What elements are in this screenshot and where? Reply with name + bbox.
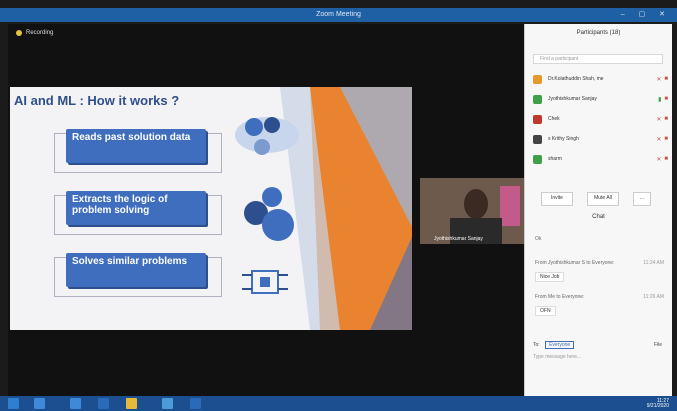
video-off-icon[interactable]: ■ — [664, 156, 668, 162]
participant-row[interactable]: s Krithy Singh ✕ ■ — [533, 132, 668, 146]
browser-icon[interactable] — [34, 398, 45, 409]
chat-sender: From Jyothishkumar S to Everyone: — [535, 260, 615, 266]
slide-box: Reads past solution data — [66, 129, 206, 163]
avatar — [533, 94, 542, 104]
participants-panel: Participants (18) Find a participant Dr.… — [524, 24, 672, 396]
avatar — [533, 74, 542, 84]
person-silhouette — [420, 178, 528, 244]
shared-slide: AI and ML : How it works ? Reads past so… — [10, 87, 412, 330]
video-off-icon[interactable]: ■ — [664, 136, 668, 142]
participants-title: Participants (18) — [576, 30, 621, 36]
chat-message-input[interactable]: Type message here... — [533, 354, 668, 366]
slide-box: Solves similar problems — [66, 253, 206, 287]
mic-muted-icon[interactable]: ✕ — [656, 116, 661, 123]
start-icon[interactable] — [8, 398, 19, 409]
window-titlebar: Zoom Meeting – ▢ ✕ — [0, 8, 677, 22]
chat-time: 11:26 AM — [643, 294, 664, 300]
avatar — [533, 154, 542, 164]
window-title: Zoom Meeting — [316, 11, 361, 18]
to-label: To: — [533, 342, 540, 348]
avatar — [533, 114, 542, 124]
chat-message: OFN — [535, 306, 556, 316]
gears-icon — [244, 187, 294, 241]
data-cloud-icon — [235, 117, 299, 155]
participant-row[interactable]: Dr.Kolathuddin Shah, me ✕ ■ — [533, 72, 668, 86]
taskbar: 11:27 9/21/2020 — [0, 396, 677, 411]
recording-indicator: Recording — [16, 30, 53, 36]
file-button[interactable]: File — [654, 342, 662, 348]
recording-label: Recording — [26, 30, 54, 36]
participant-name: sharm — [548, 156, 562, 162]
invite-button[interactable]: Invite — [541, 192, 573, 206]
chat-time: 11:24 AM — [643, 260, 664, 266]
brain-circuit-icon — [242, 270, 288, 294]
mic-muted-icon[interactable]: ✕ — [656, 76, 661, 83]
zoom-icon[interactable] — [190, 398, 201, 409]
video-off-icon[interactable]: ■ — [664, 116, 668, 122]
video-off-icon[interactable]: ■ — [664, 96, 668, 102]
slide-title: AI and ML : How it works ? — [14, 93, 180, 108]
more-button[interactable]: ... — [633, 192, 651, 206]
chat-recipient-row: To: Everyone File — [533, 341, 668, 349]
video-off-icon[interactable]: ■ — [664, 76, 668, 82]
mic-muted-icon[interactable]: ✕ — [656, 136, 661, 143]
screen: Zoom Meeting – ▢ ✕ Recording AI and ML :… — [0, 0, 677, 411]
participant-row[interactable]: Chek ✕ ■ — [533, 112, 668, 126]
taskbar-clock: 11:27 9/21/2020 — [647, 399, 669, 409]
participant-row[interactable]: Jyothishkumar Sanjay ▮ ■ — [533, 92, 668, 106]
chat-message: Nice Job — [535, 272, 565, 282]
mic-muted-icon[interactable]: ✕ — [656, 156, 661, 163]
participant-name: s Krithy Singh — [548, 136, 579, 142]
participant-row[interactable]: sharm ✕ ■ — [533, 152, 668, 166]
chat-sender: From Me to Everyone: — [535, 294, 585, 300]
participant-name: Chek — [548, 116, 560, 122]
participant-video[interactable]: Jyothishkumar Sanjay — [420, 178, 528, 244]
avatar — [533, 134, 542, 144]
recording-icon — [16, 30, 22, 36]
recipient-select[interactable]: Everyone — [545, 341, 575, 349]
slide-box: Extracts the logic of problem solving — [66, 191, 206, 225]
folder-icon[interactable] — [126, 398, 137, 409]
app-icon[interactable] — [70, 398, 81, 409]
participant-search-input[interactable]: Find a participant — [533, 54, 663, 64]
app-icon[interactable] — [162, 398, 173, 409]
app-icon[interactable] — [98, 398, 109, 409]
video-name-label: Jyothishkumar Sanjay — [434, 236, 483, 242]
participant-name: Dr.Kolathuddin Shah, me — [548, 76, 604, 82]
meeting-area: Recording AI and ML : How it works ? Rea… — [8, 24, 528, 396]
window-controls[interactable]: – ▢ ✕ — [621, 10, 671, 18]
clock-date: 9/21/2020 — [646, 403, 669, 409]
mic-icon[interactable]: ▮ — [658, 96, 661, 103]
participant-name: Jyothishkumar Sanjay — [548, 96, 597, 102]
chat-message: Ok — [535, 236, 542, 242]
mute-all-button[interactable]: Mute All — [587, 192, 619, 206]
chat-title: Chat — [592, 214, 605, 220]
